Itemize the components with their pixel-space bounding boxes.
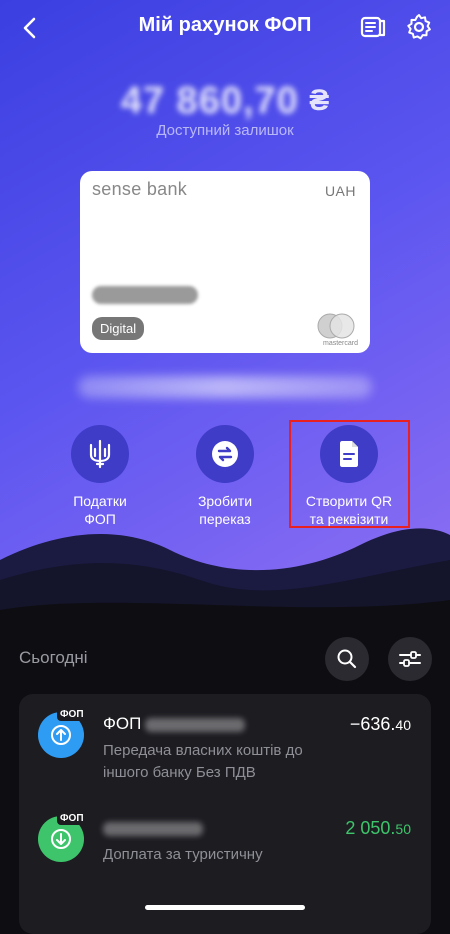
balance-display: 47 860,70 ₴ — [0, 80, 450, 123]
home-indicator[interactable] — [145, 905, 305, 910]
transactions-list: ФОП ФОП Передача власних коштів до іншог… — [19, 694, 431, 934]
card-brand: sense bank — [92, 179, 188, 199]
transaction-amount: −636.40 — [349, 714, 411, 734]
transaction-name — [103, 818, 203, 838]
card-type-badge: Digital — [92, 317, 145, 340]
balance-amount: 47 860,70 — [120, 80, 299, 122]
taxes-fop-label: Податки ФОП — [73, 493, 127, 527]
make-transfer-label: Зробити переказ — [197, 493, 253, 527]
settings-gear-icon[interactable] — [404, 12, 434, 42]
transaction-name: ФОП — [103, 714, 246, 734]
highlight-box — [289, 420, 410, 528]
transaction-description: Передача власних коштів до іншого банку … — [103, 742, 303, 781]
fop-badge: ФОП — [57, 708, 87, 721]
masked-iban — [78, 376, 372, 398]
card-network: mastercard — [322, 340, 358, 347]
fop-badge: ФОП — [57, 812, 87, 825]
transaction-row[interactable]: ФОП Доплата за туристичну 2 050.50 — [19, 798, 431, 898]
transaction-description: Доплата за туристичну — [103, 846, 263, 863]
app-header: Мій рахунок ФОП — [0, 0, 450, 52]
card-number-masked — [92, 286, 198, 304]
section-title-today: Сьогодні — [19, 648, 88, 667]
search-icon — [337, 649, 357, 669]
filter-sliders-icon — [399, 651, 421, 667]
tryzub-icon — [71, 425, 129, 483]
taxes-fop-button[interactable]: Податки ФОП — [40, 425, 160, 528]
search-button[interactable] — [325, 637, 369, 681]
bank-card[interactable]: sense bank UAH Digital mastercard — [80, 171, 370, 353]
balance-currency: ₴ — [309, 84, 330, 117]
transaction-row[interactable]: ФОП ФОП Передача власних коштів до іншог… — [19, 694, 431, 794]
filter-button[interactable] — [388, 637, 432, 681]
balance-label: Доступний залишок — [156, 122, 294, 139]
make-transfer-button[interactable]: Зробити переказ — [165, 425, 285, 528]
transaction-amount: 2 050.50 — [345, 818, 411, 838]
card-currency: UAH — [324, 183, 356, 199]
statement-icon[interactable] — [358, 12, 388, 42]
transfer-icon — [196, 425, 254, 483]
